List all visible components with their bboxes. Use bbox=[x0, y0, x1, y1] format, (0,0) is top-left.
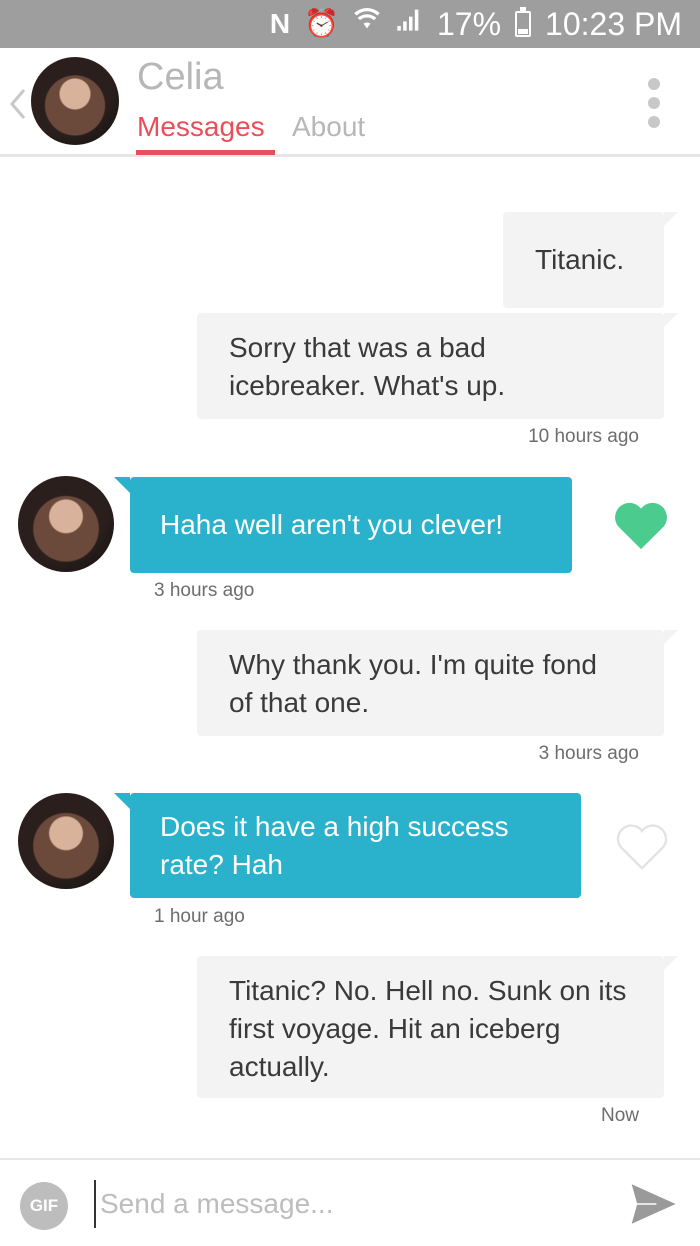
message-text: Titanic? No. Hell no. Sunk on its first … bbox=[229, 975, 627, 1082]
message-text: Does it have a high success rate? Hah bbox=[160, 811, 509, 880]
clock: 10:23 PM bbox=[545, 5, 682, 42]
more-options-button[interactable] bbox=[640, 78, 668, 128]
message-text: Haha well aren't you clever! bbox=[160, 509, 504, 540]
active-tab-indicator bbox=[136, 150, 275, 155]
message-timestamp: Now bbox=[600, 1105, 639, 1126]
message-text: Sorry that was a bad icebreaker. What's … bbox=[229, 332, 506, 401]
alarm-icon: ⏰ bbox=[304, 8, 339, 39]
status-bar: N ⏰ 17% 10:23 PM bbox=[0, 0, 700, 48]
heart-filled-icon bbox=[615, 502, 667, 550]
message-timestamp: 3 hours ago bbox=[538, 743, 639, 764]
nfc-icon: N bbox=[269, 8, 291, 39]
like-button[interactable] bbox=[612, 498, 670, 552]
signal-icon bbox=[395, 0, 423, 48]
contact-avatar[interactable] bbox=[31, 57, 119, 145]
send-icon bbox=[629, 1181, 680, 1227]
message-text: Why thank you. I'm quite fond of that on… bbox=[229, 649, 597, 718]
back-button[interactable] bbox=[4, 84, 30, 124]
outgoing-message[interactable]: Titanic? No. Hell no. Sunk on its first … bbox=[197, 956, 678, 1098]
tab-about[interactable]: About bbox=[292, 111, 365, 143]
dot-icon bbox=[648, 97, 660, 109]
dot-icon bbox=[648, 78, 660, 90]
message-timestamp: 10 hours ago bbox=[528, 426, 639, 447]
wifi-icon bbox=[353, 0, 381, 48]
send-button[interactable] bbox=[626, 1176, 682, 1232]
outgoing-message[interactable]: Titanic. bbox=[503, 212, 678, 308]
outgoing-message[interactable]: Sorry that was a bad icebreaker. What's … bbox=[197, 313, 678, 419]
message-text: Titanic. bbox=[535, 244, 625, 275]
incoming-message[interactable]: Does it have a high success rate? Hah bbox=[114, 793, 581, 898]
message-timestamp: 3 hours ago bbox=[154, 580, 255, 601]
contact-name: Celia bbox=[137, 56, 224, 98]
gif-button[interactable]: GIF bbox=[20, 1182, 68, 1230]
status-icons: N ⏰ 17% 10:23 PM bbox=[270, 0, 682, 48]
like-button[interactable] bbox=[614, 820, 670, 872]
heart-outline-icon bbox=[616, 824, 668, 870]
outgoing-message[interactable]: Why thank you. I'm quite fond of that on… bbox=[197, 630, 678, 736]
chat-header: Celia Messages About bbox=[0, 48, 700, 157]
battery-percent: 17% bbox=[436, 5, 502, 42]
sender-avatar[interactable] bbox=[18, 793, 114, 889]
message-composer: GIF bbox=[0, 1158, 700, 1246]
message-timestamp: 1 hour ago bbox=[154, 906, 245, 927]
tab-messages[interactable]: Messages bbox=[137, 111, 265, 143]
message-input[interactable] bbox=[94, 1180, 594, 1228]
sender-avatar[interactable] bbox=[18, 476, 114, 572]
battery-icon bbox=[515, 7, 532, 37]
dot-icon bbox=[648, 116, 660, 128]
incoming-message[interactable]: Haha well aren't you clever! bbox=[114, 477, 572, 573]
chevron-left-icon bbox=[10, 89, 26, 119]
